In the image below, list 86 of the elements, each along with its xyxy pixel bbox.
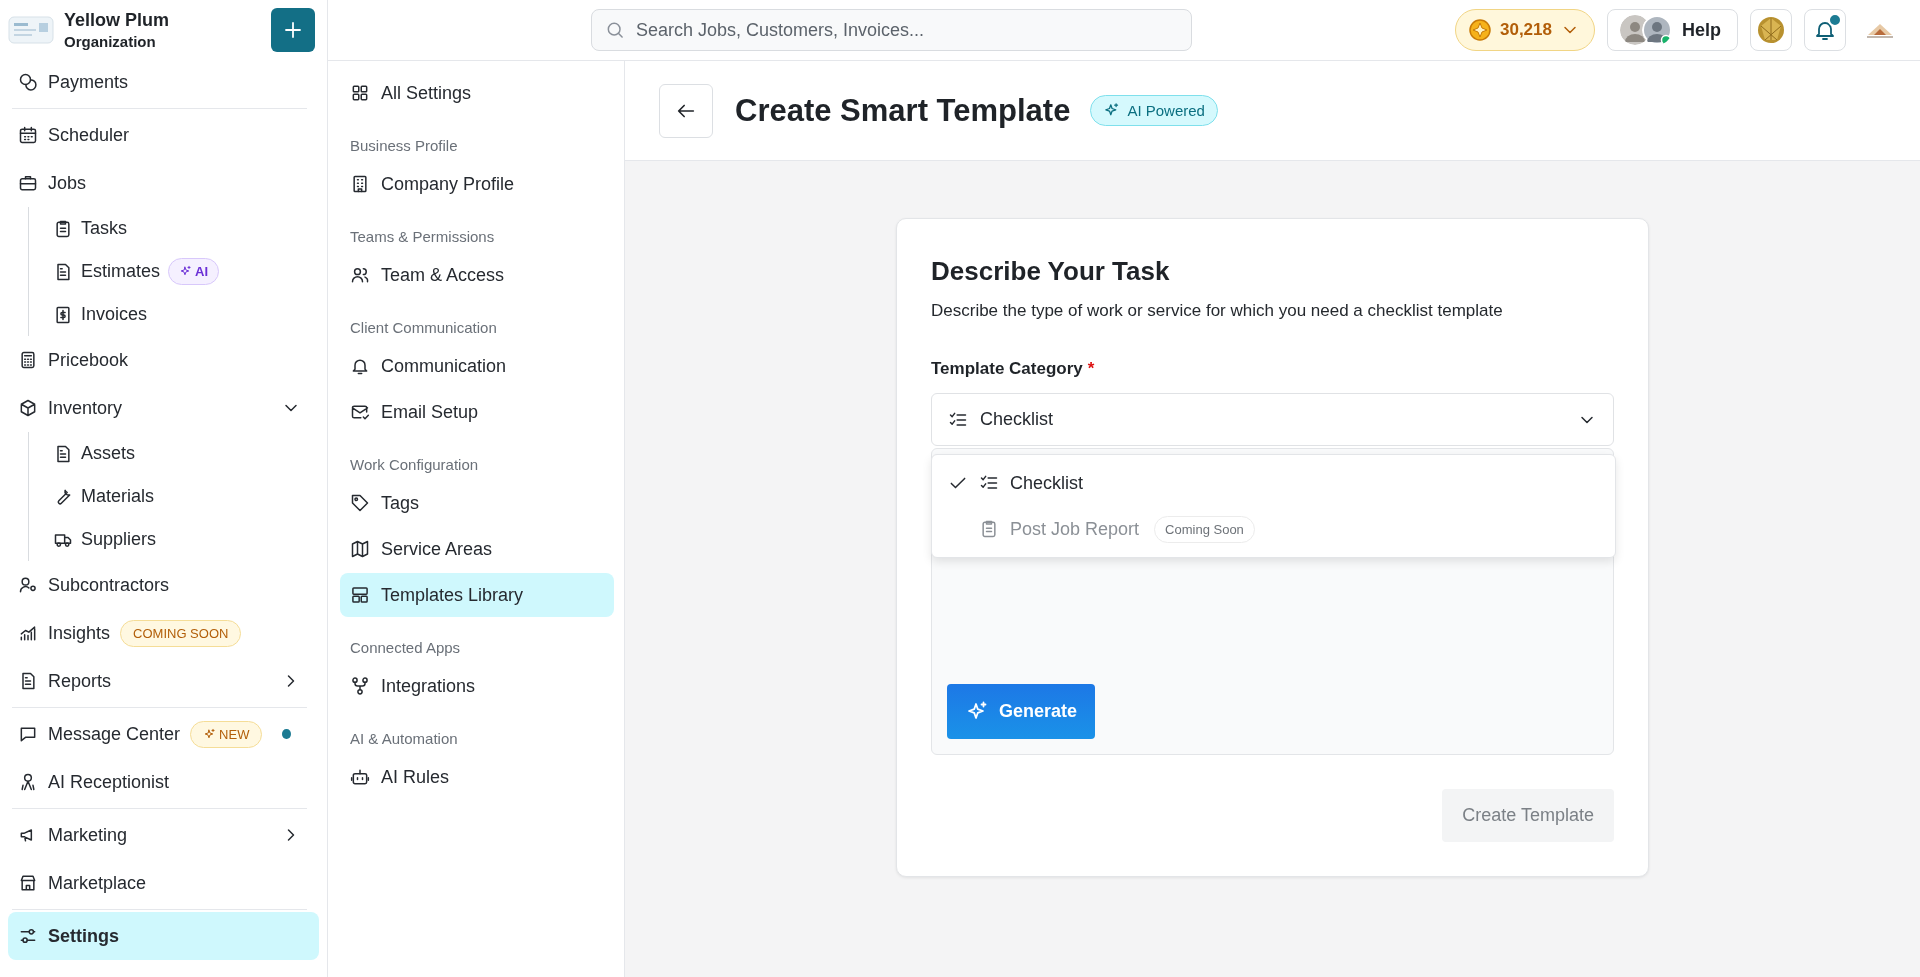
section-heading: Teams & Permissions (349, 227, 496, 247)
layout-icon (350, 585, 370, 605)
sparkle-icon (179, 265, 193, 278)
card-description: Describe the type of work or service for which you need a checklist template (931, 301, 1504, 321)
coin-icon (1468, 18, 1492, 42)
ai-powered-badge: AI Powered (1090, 95, 1218, 126)
chart-icon (18, 623, 38, 643)
page-title: Create Smart Template (735, 92, 1071, 129)
organization-name: Yellow Plum (64, 10, 171, 31)
settings-nav-item[interactable]: Integrations (340, 664, 614, 708)
sidebar-item[interactable]: Settings (8, 912, 319, 960)
person-icon (18, 772, 38, 792)
search-field[interactable]: Search Jobs, Customers, Invoices... (591, 9, 1192, 51)
grid-icon (350, 83, 370, 103)
sidebar-item[interactable]: Reports (8, 657, 319, 705)
users-icon (350, 265, 370, 285)
sidebar-item[interactable]: AI Receptionist (8, 758, 319, 806)
sidebar-item[interactable]: Pricebook (8, 336, 319, 384)
points-button[interactable]: 30,218 (1455, 9, 1595, 51)
settings-nav-item[interactable]: Communication (340, 344, 614, 388)
sidebar-subitem[interactable]: Estimates AI (47, 250, 307, 293)
sidebar-item[interactable]: Marketplace (8, 859, 319, 907)
map-icon (350, 539, 370, 559)
settings-icon (18, 926, 38, 946)
field-label: Template Category (931, 359, 1083, 379)
settings-nav-item[interactable]: AI Rules (340, 755, 614, 799)
sidebar-item[interactable]: Jobs (8, 159, 319, 207)
clipboard-icon (53, 218, 73, 239)
sidebar-item[interactable]: Payments (8, 60, 319, 106)
sidebar-item[interactable]: Scheduler (8, 111, 319, 159)
feature-badge: NEW (190, 720, 263, 748)
clipboard-icon (979, 519, 999, 539)
avatar-coin-icon (1756, 15, 1786, 45)
section-heading: Business Profile (349, 136, 459, 156)
feature-badge: AI (168, 258, 220, 285)
organization-label: Organization (64, 33, 157, 50)
avatar (1642, 15, 1672, 45)
integrations-icon (350, 676, 370, 696)
unread-dot (282, 729, 291, 739)
store-icon (18, 873, 38, 893)
settings-nav-item[interactable]: Company Profile (340, 162, 614, 206)
building-icon (350, 174, 370, 194)
dropdown-option[interactable]: Checklist (932, 460, 1615, 506)
help-button[interactable]: Help (1607, 9, 1738, 51)
sidebar-subitem[interactable]: Invoices (47, 293, 307, 336)
settings-nav-item[interactable]: Team & Access (340, 253, 614, 297)
chat-icon (18, 724, 38, 744)
coins-icon (18, 72, 38, 92)
settings-nav-item[interactable]: Tags (340, 481, 614, 525)
user-gear-icon (18, 575, 38, 595)
dollar-document-icon (53, 304, 73, 325)
sidebar-item[interactable]: Subcontractors (8, 561, 319, 609)
profile-button[interactable] (1750, 9, 1792, 51)
feature-badge: COMING SOON (120, 619, 242, 647)
required-mark: * (1087, 359, 1095, 379)
sidebar-item[interactable]: Message Center NEW (8, 710, 319, 758)
sparkle-icon (203, 727, 217, 741)
briefcase-icon (18, 173, 38, 193)
sidebar-subitem[interactable]: Tasks (47, 207, 307, 250)
section-heading: AI & Automation (349, 729, 459, 749)
settings-nav-item[interactable]: Service Areas (340, 527, 614, 571)
calendar-icon (18, 125, 38, 145)
sidebar-item[interactable]: Insights COMING SOON (8, 609, 319, 657)
notification-dot (1828, 13, 1842, 27)
notifications-button[interactable] (1804, 9, 1846, 51)
section-heading: Work Configuration (349, 455, 480, 475)
sidebar-subitem[interactable]: Materials (47, 475, 307, 518)
card-heading: Describe Your Task (931, 256, 1171, 287)
mail-icon (350, 402, 370, 422)
settings-nav-item[interactable]: All Settings (340, 71, 614, 115)
settings-nav-item[interactable]: Templates Library (340, 573, 614, 617)
tag-icon (350, 493, 370, 513)
section-heading: Client Communication (349, 318, 498, 338)
company-logo (8, 15, 54, 45)
sidebar-subitem[interactable]: Assets (47, 432, 307, 475)
sidebar-subitem[interactable]: Suppliers (47, 518, 307, 561)
box-icon (18, 398, 38, 418)
generate-button[interactable]: Generate (947, 684, 1096, 739)
robot-icon (350, 767, 370, 787)
sidebar-item[interactable]: Marketing (8, 811, 319, 859)
calculator-icon (18, 350, 38, 370)
add-button[interactable] (271, 8, 315, 52)
section-heading: Connected Apps (349, 638, 462, 658)
settings-nav-item[interactable]: Email Setup (340, 390, 614, 434)
category-select[interactable]: Checklist (931, 393, 1614, 446)
sidebar-item[interactable]: Inventory (8, 384, 319, 432)
